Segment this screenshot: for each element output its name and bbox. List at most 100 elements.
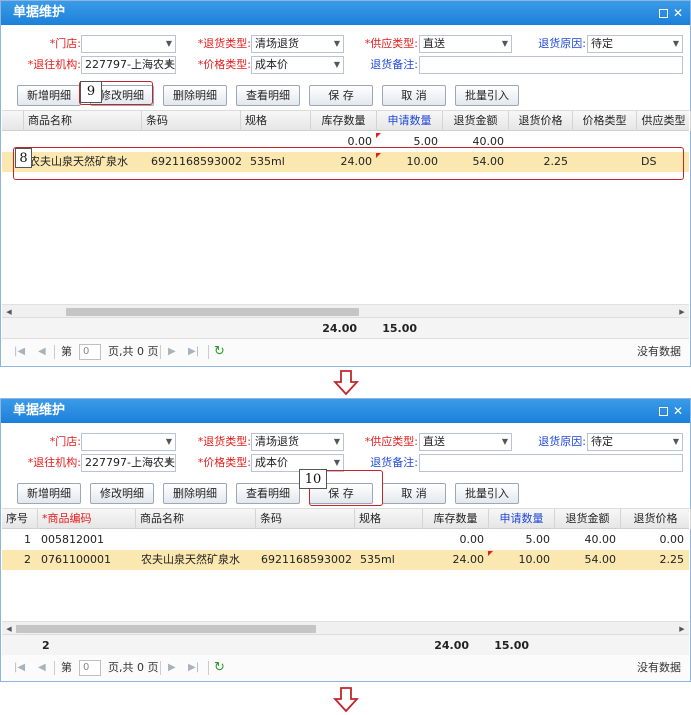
header-barcode[interactable]: 条码 bbox=[142, 111, 241, 131]
page-total-label: 页,共 0 页 bbox=[108, 661, 159, 674]
cancel-button[interactable]: 取 消 bbox=[382, 85, 446, 106]
dropdown-arrow-icon[interactable]: ▼ bbox=[502, 434, 508, 450]
dropdown-arrow-icon[interactable]: ▼ bbox=[502, 36, 508, 52]
header-product-name[interactable]: 商品名称 bbox=[136, 509, 256, 529]
delete-detail-button[interactable]: 删除明细 bbox=[163, 85, 227, 106]
scrollbar-thumb[interactable] bbox=[66, 308, 359, 316]
horizontal-scrollbar[interactable]: ◀ ▶ bbox=[2, 621, 689, 635]
callout-number-10: 10 bbox=[299, 469, 327, 489]
prev-page-icon[interactable]: ◀ bbox=[38, 339, 46, 365]
return-reason-label: 退货原因: bbox=[538, 435, 586, 448]
cell-apply[interactable]: 5.00 bbox=[488, 530, 554, 550]
cell-product-code: 005812001 bbox=[41, 533, 104, 546]
dropdown-arrow-icon[interactable]: ▼ bbox=[166, 36, 172, 52]
header-return-price[interactable]: 退货价格 bbox=[509, 111, 573, 131]
header-supply-type[interactable]: 供应类型 bbox=[637, 111, 691, 131]
maximize-icon[interactable] bbox=[659, 9, 668, 18]
header-price-type[interactable]: 价格类型 bbox=[573, 111, 637, 131]
store-select[interactable]: ▼ bbox=[81, 35, 176, 53]
return-type-label: *退货类型: bbox=[197, 435, 251, 448]
page-number-input[interactable]: 0 bbox=[79, 344, 101, 360]
return-type-select[interactable]: 清场退货 ▼ bbox=[251, 35, 344, 53]
prev-page-icon[interactable]: ◀ bbox=[38, 655, 46, 681]
view-detail-button[interactable]: 查看明细 bbox=[236, 483, 300, 504]
save-button[interactable]: 保 存 bbox=[309, 85, 373, 106]
dropdown-arrow-icon[interactable]: ▼ bbox=[334, 434, 340, 450]
delete-detail-button[interactable]: 删除明细 bbox=[163, 483, 227, 504]
close-icon[interactable]: ✕ bbox=[672, 7, 684, 19]
dropdown-arrow-icon[interactable]: ▼ bbox=[166, 455, 172, 471]
header-return-amount[interactable]: 退货金额 bbox=[555, 509, 621, 529]
maximize-icon[interactable] bbox=[659, 407, 668, 416]
cell-price: 2.25 bbox=[659, 553, 685, 566]
supply-type-select[interactable]: 直送 ▼ bbox=[419, 433, 512, 451]
dropdown-arrow-icon[interactable]: ▼ bbox=[166, 434, 172, 450]
grid-header: 商品名称 条码 规格 库存数量 申请数量 退货金额 退货价格 价格类型 供应类型 bbox=[2, 110, 691, 131]
next-page-icon[interactable]: ▶ bbox=[168, 655, 176, 681]
return-reason-select[interactable]: 待定 ▼ bbox=[587, 433, 683, 451]
last-page-icon[interactable]: ▶| bbox=[188, 655, 199, 681]
header-seq[interactable]: 序号 bbox=[2, 509, 38, 529]
header-product-name[interactable]: 商品名称 bbox=[24, 111, 142, 131]
cell-apply[interactable]: 10.00 bbox=[488, 550, 554, 570]
sum-stock: 24.00 bbox=[322, 322, 357, 335]
cancel-button[interactable]: 取 消 bbox=[382, 483, 446, 504]
page-number-input[interactable]: 0 bbox=[79, 660, 101, 676]
cell-price: 0.00 bbox=[659, 533, 685, 546]
add-detail-button[interactable]: 新增明细 bbox=[17, 483, 81, 504]
return-note-input[interactable] bbox=[419, 454, 683, 472]
cell-seq: 2 bbox=[24, 553, 31, 566]
view-detail-button[interactable]: 查看明细 bbox=[236, 85, 300, 106]
edit-detail-button[interactable]: 修改明细 bbox=[90, 483, 154, 504]
horizontal-scrollbar[interactable]: ◀ ▶ bbox=[2, 304, 689, 318]
dropdown-arrow-icon[interactable]: ▼ bbox=[334, 57, 340, 73]
return-type-select[interactable]: 清场退货 ▼ bbox=[251, 433, 344, 451]
refresh-icon[interactable]: ↻ bbox=[214, 655, 225, 681]
header-barcode[interactable]: 条码 bbox=[256, 509, 355, 529]
cell-amount: 54.00 bbox=[584, 553, 617, 566]
price-type-select[interactable]: 成本价 ▼ bbox=[251, 56, 344, 74]
return-note-input[interactable] bbox=[419, 56, 683, 74]
refresh-icon[interactable]: ↻ bbox=[214, 339, 225, 365]
window-title: 单据维护 bbox=[13, 403, 66, 418]
first-page-icon[interactable]: |◀ bbox=[14, 339, 25, 365]
sum-count: 2 bbox=[42, 639, 50, 652]
cell-product-code: 0761100001 bbox=[41, 553, 111, 566]
dropdown-arrow-icon[interactable]: ▼ bbox=[334, 455, 340, 471]
return-reason-select[interactable]: 待定 ▼ bbox=[587, 35, 683, 53]
header-apply-qty[interactable]: 申请数量 bbox=[489, 509, 555, 529]
header-return-amount[interactable]: 退货金额 bbox=[443, 111, 509, 131]
close-icon[interactable]: ✕ bbox=[672, 405, 684, 417]
header-spec[interactable]: 规格 bbox=[355, 509, 423, 529]
dropdown-arrow-icon[interactable]: ▼ bbox=[166, 57, 172, 73]
last-page-icon[interactable]: ▶| bbox=[188, 339, 199, 365]
store-label: *门店: bbox=[49, 37, 81, 50]
header-spec[interactable]: 规格 bbox=[241, 111, 311, 131]
header-return-price[interactable]: 退货价格 bbox=[621, 509, 691, 529]
supply-type-select[interactable]: 直送 ▼ bbox=[419, 35, 512, 53]
dropdown-arrow-icon[interactable]: ▼ bbox=[673, 36, 679, 52]
dropdown-arrow-icon[interactable]: ▼ bbox=[334, 36, 340, 52]
header-stock-qty[interactable]: 库存数量 bbox=[423, 509, 489, 529]
no-data-label: 没有数据 bbox=[637, 661, 681, 674]
cell-barcode: 6921168593002 bbox=[261, 553, 352, 566]
header-product-code[interactable]: *商品编码 bbox=[38, 509, 136, 529]
header-apply-qty[interactable]: 申请数量 bbox=[377, 111, 443, 131]
dropdown-arrow-icon[interactable]: ▼ bbox=[673, 434, 679, 450]
cell-spec: 535ml bbox=[360, 553, 395, 566]
scrollbar-thumb[interactable] bbox=[16, 625, 316, 633]
page-label: 第 bbox=[61, 345, 72, 358]
add-detail-button[interactable]: 新增明细 bbox=[17, 85, 81, 106]
return-org-select[interactable]: 227797-上海农夫 ▼ bbox=[81, 56, 176, 74]
next-page-icon[interactable]: ▶ bbox=[168, 339, 176, 365]
return-org-select[interactable]: 227797-上海农夫 ▼ bbox=[81, 454, 176, 472]
batch-import-button[interactable]: 批量引入 bbox=[455, 85, 519, 106]
return-note-label: 退货备注: bbox=[370, 58, 418, 71]
batch-import-button[interactable]: 批量引入 bbox=[455, 483, 519, 504]
pager-separator bbox=[160, 661, 161, 675]
header-stock-qty[interactable]: 库存数量 bbox=[311, 111, 377, 131]
no-data-label: 没有数据 bbox=[637, 345, 681, 358]
summary-row: 24.00 15.00 bbox=[2, 317, 689, 339]
first-page-icon[interactable]: |◀ bbox=[14, 655, 25, 681]
store-select[interactable]: ▼ bbox=[81, 433, 176, 451]
